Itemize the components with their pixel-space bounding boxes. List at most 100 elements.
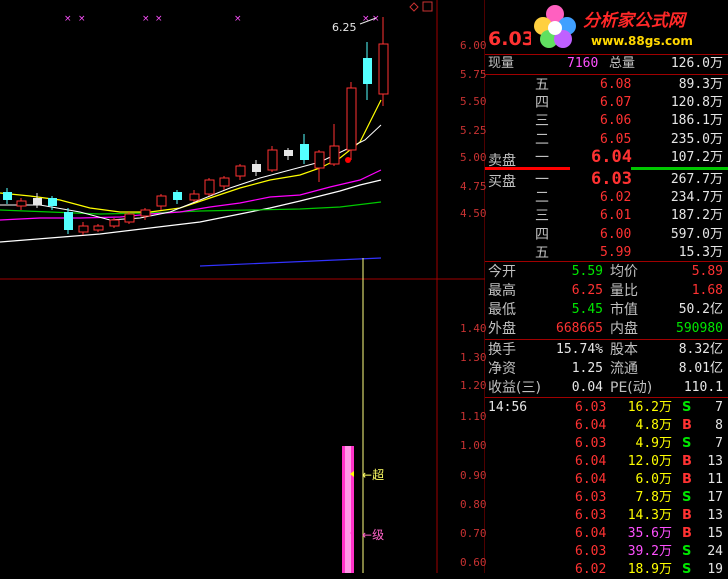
signal-marker: × [64,14,72,24]
tick-volume: 4.9万 [635,436,672,451]
signal-marker: × [155,14,163,24]
stat-value: 15.74% [556,342,603,357]
tick-volume: 18.9万 [627,562,672,577]
ask-row[interactable]: 二 6.05 235.0万 [485,131,728,149]
tick-price: 6.04 [575,472,607,487]
tick-side: B [682,508,692,523]
tick-volume: 14.3万 [627,508,672,523]
ask-row[interactable]: 四 6.07 120.8万 [485,94,728,112]
signal-marker: × [78,14,86,24]
tick-price: 6.02 [575,562,607,577]
tick-price: 6.04 [575,418,607,433]
bid-row[interactable]: 一 6.03 267.7万 [485,169,728,189]
stat-label: 今开 [488,264,516,280]
ask-volume: 120.8万 [670,95,723,111]
ask-level: 四 [535,95,549,112]
ask-price: 6.05 [600,131,632,147]
now-vol-label: 现量 [488,56,515,71]
candle-body [219,177,230,187]
total-vol: 126.0万 [670,56,723,71]
ask-row[interactable]: 三 6.06 186.1万 [485,112,728,130]
candle-body [378,43,389,95]
stat-label: 内盘 [610,321,638,337]
ask-price: 6.06 [600,113,632,129]
bid-price: 6.02 [600,190,632,206]
tick-side: B [682,454,692,469]
stat-label: 股本 [610,342,638,358]
bid-price: 6.00 [600,226,632,242]
candle-body [346,87,357,151]
stat-label: 流通 [610,361,638,377]
ask-price: 6.04 [591,146,632,167]
stat-value: 110.1 [683,380,723,395]
stat-label: PE(动) [610,380,653,396]
tick-side: B [682,472,692,487]
tick-count: 7 [715,436,723,451]
now-vol: 7160 [567,56,599,71]
tick-row[interactable]: 6.03 4.9万 S 7 [485,435,728,453]
window-icon [422,1,433,12]
tick-time: 14:56 [488,400,528,415]
bid-row[interactable]: 三 6.01 187.2万 [485,207,728,225]
stat-label: 净资 [488,361,516,377]
tick-price: 6.03 [575,400,607,415]
tick-row[interactable]: 6.03 14.3万 B 13 [485,507,728,525]
tick-row[interactable]: 6.04 35.6万 B 15 [485,525,728,543]
stat-label: 均价 [610,264,638,280]
ask-volume: 89.3万 [678,77,723,92]
ask-row[interactable]: 一 6.04 107.2万 [485,146,728,167]
tick-count: 13 [707,454,723,469]
candle-body [204,179,215,195]
tick-side: S [682,436,692,451]
tick-row[interactable]: 6.04 6.0万 B 11 [485,471,728,489]
bid-level: 三 [535,208,549,225]
tick-side: S [682,400,692,415]
ask-price: 6.08 [600,77,632,92]
ask-level: 五 [535,77,549,93]
stat-value: 5.89 [691,264,723,279]
tick-row[interactable]: 6.03 39.2万 S 24 [485,543,728,561]
ask-row[interactable]: 五 6.08 89.3万 [485,76,728,94]
tick-count: 8 [715,418,723,433]
stat-label: 外盘 [488,321,516,337]
tick-row[interactable]: 6.04 4.8万 B 8 [485,417,728,435]
stat-label: 市值 [610,302,638,318]
tick-row[interactable]: 6.02 18.9万 S 19 [485,561,728,579]
signal-marker: × [142,14,150,24]
candle-body [314,151,325,169]
bid-row[interactable]: 二 6.02 234.7万 [485,189,728,207]
tick-volume: 35.6万 [627,526,672,541]
stat-label: 最低 [488,302,516,318]
quote-panel: 6.03 分析家公式网 www.88gs.com 现量 7160 总量 126.… [485,0,728,577]
candle-body [140,209,151,217]
candle-body [252,164,261,172]
tick-count: 11 [707,472,723,487]
tick-count: 24 [707,544,723,559]
candle-body [78,225,89,233]
candle-body [300,144,309,160]
ask-level: 三 [535,113,549,130]
kline-chart[interactable]: × × × × × × × 6.25 [0,0,485,573]
tick-row[interactable]: 14:56 6.03 16.2万 S 7 [485,399,728,417]
ask-volume: 186.1万 [670,113,723,129]
logo-url: www.88gs.com [591,34,693,48]
tick-count: 13 [707,508,723,523]
candle-body [235,165,246,177]
bid-row[interactable]: 四 6.00 597.0万 [485,226,728,244]
bid-level: 五 [535,244,549,261]
bid-row[interactable]: 五 5.99 15.3万 [485,244,728,262]
ask-bid-divider-green [631,167,728,170]
candle-body [3,192,12,200]
last-price: 6.03 [488,28,535,50]
candle-body [267,149,278,171]
bid-level: 四 [535,226,549,243]
tick-volume: 16.2万 [627,400,672,415]
candle-body [64,212,73,230]
tick-price: 6.03 [575,508,607,523]
tick-row[interactable]: 6.03 7.8万 S 17 [485,489,728,507]
tick-row[interactable]: 6.04 12.0万 B 13 [485,453,728,471]
signal-marker: × [234,14,242,24]
bid-price: 6.03 [591,169,632,189]
candle-body [156,195,167,207]
stat-value: 668665 [556,321,603,336]
